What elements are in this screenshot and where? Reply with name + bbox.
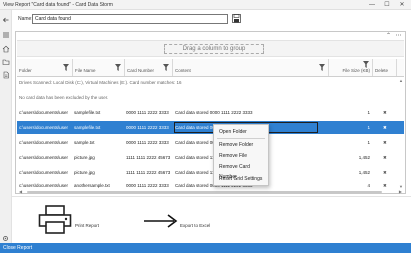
cell-file-name: samplefile.txt [74, 110, 101, 115]
column-header-label: Folder [19, 68, 32, 73]
menu-item-remove-file[interactable]: Remove File [214, 151, 268, 161]
column-header-label: Content [175, 68, 191, 73]
cell-card-number: 0000 1111 2222 3333 [126, 110, 169, 115]
filter-icon[interactable] [115, 64, 121, 71]
export-to-excel-button[interactable]: Export to Excel [180, 223, 210, 228]
save-icon[interactable] [232, 14, 241, 23]
delete-row-icon[interactable]: ✖ [383, 110, 387, 116]
report-name-input[interactable]: Card data found [32, 14, 228, 24]
filter-icon[interactable] [163, 64, 169, 71]
column-header-file-size[interactable]: File Size (KB) [329, 59, 373, 76]
export-arrow-icon[interactable] [143, 213, 179, 229]
title-bar: View Report "Card data found" - Card Dat… [0, 0, 411, 10]
cell-file-size: 1,452 [358, 170, 370, 175]
column-header-content[interactable]: Content [173, 59, 329, 76]
panel-menu-icon[interactable]: ⋯ [395, 33, 402, 40]
cell-file-name: picture.jpg [74, 170, 95, 175]
menu-item-reset-grid-settings[interactable]: Reset Grid Settings [214, 174, 268, 184]
cell-file-size: 1 [367, 125, 370, 130]
group-panel[interactable]: Drag a column to group [17, 40, 404, 57]
cell-file-size: 1,452 [358, 155, 370, 160]
minimize-button[interactable]: — [367, 1, 377, 9]
scroll-up-arrow-icon[interactable]: ▲ [399, 78, 403, 83]
excluded-text: No card data has been excluded by the us… [19, 95, 109, 100]
scan-summary-text: Drives Scanned: Local Disk (C:), Virtual… [19, 80, 182, 85]
cell-folder: c:\users\documents\user [19, 155, 69, 160]
cell-file-size: 4 [367, 183, 370, 188]
column-header-file-name[interactable]: File Name [73, 59, 125, 76]
scroll-left-arrow-icon[interactable]: ◀ [19, 189, 22, 194]
table-row-selected[interactable]: c:\users\documents\user samplefile.txt 0… [17, 121, 404, 134]
column-header-label: File Size (KB) [342, 68, 370, 73]
table-row[interactable]: c:\users\documents\user picture.jpg 1111… [17, 151, 404, 164]
printer-icon[interactable] [38, 205, 72, 235]
column-header-label: Card Number [127, 68, 155, 73]
delete-row-icon[interactable]: ✖ [383, 170, 387, 176]
cell-card-number: 0000 1111 2222 3333 [126, 125, 169, 130]
print-report-button[interactable]: Print Report [75, 223, 99, 228]
menu-item-remove-folder[interactable]: Remove Folder [214, 140, 268, 150]
home-icon[interactable] [2, 45, 10, 53]
settings-gear-icon[interactable] [2, 235, 9, 242]
results-grid: ⌃ ⋯ Drag a column to group Folder File N… [15, 31, 406, 194]
column-header-row: Folder File Name Card Number Content Fil… [17, 59, 404, 77]
delete-row-icon[interactable]: ✖ [383, 125, 387, 131]
scroll-right-arrow-icon[interactable]: ▶ [399, 189, 402, 194]
cell-card-number: 0000 1111 2222 3333 [126, 140, 169, 145]
collapse-group-panel-icon[interactable]: ⌃ [385, 33, 392, 40]
back-arrow-icon[interactable] [2, 16, 10, 24]
maximize-button[interactable]: ☐ [382, 1, 392, 9]
cell-file-size: 1 [367, 110, 370, 115]
cell-card-number: 1111 1111 2222 45673 [126, 170, 171, 175]
column-header-card-number[interactable]: Card Number [125, 59, 173, 76]
table-row[interactable]: c:\users\documents\user sample.txt 0000 … [17, 136, 404, 149]
cell-file-name: sample.txt [74, 140, 95, 145]
horizontal-scrollbar[interactable]: ◀ ▶ [17, 189, 404, 194]
filter-icon[interactable] [63, 64, 69, 71]
close-report-button[interactable]: Close Report [3, 245, 32, 251]
name-label: Name: [18, 16, 33, 22]
folder-icon[interactable] [2, 58, 10, 66]
filter-icon[interactable] [319, 64, 325, 71]
table-row[interactable]: c:\users\documents\user samplefile.txt 0… [17, 106, 404, 119]
cell-file-size: 1 [367, 140, 370, 145]
column-header-label: Delete [375, 68, 389, 73]
menu-separator [217, 138, 265, 139]
close-window-button[interactable]: ✕ [397, 1, 407, 9]
delete-row-icon[interactable]: ✖ [383, 140, 387, 146]
window-title: View Report "Card data found" - Card Dat… [3, 2, 113, 8]
column-header-delete[interactable]: Delete [373, 59, 397, 76]
column-header-folder[interactable]: Folder [17, 59, 73, 76]
group-drop-hint: Drag a column to group [164, 44, 264, 54]
left-nav-bar [0, 10, 12, 243]
status-bar: Close Report [0, 236, 411, 253]
cell-card-number: 0000 1111 2222 3333 [126, 183, 169, 188]
cell-folder: c:\users\documents\user [19, 110, 69, 115]
cell-folder: c:\users\documents\user [19, 125, 69, 130]
cell-content: Card data stored 0000 1111 2222 3333 [175, 110, 253, 115]
cell-folder: c:\users\documents\user [19, 183, 69, 188]
report-icon[interactable] [2, 71, 10, 79]
cell-file-name: anothersample.txt [74, 183, 110, 188]
cell-card-number: 1111 1111 2222 45673 [126, 155, 171, 160]
filter-icon[interactable] [363, 61, 369, 68]
table-row[interactable]: c:\users\documents\user picture.jpg 1111… [17, 166, 404, 179]
menu-item-open-folder[interactable]: Open Folder [214, 127, 268, 137]
column-header-label: File Name [75, 68, 96, 73]
menu-icon[interactable] [2, 31, 10, 39]
context-menu: Open Folder Remove Folder Remove File Re… [213, 124, 269, 186]
cell-folder: c:\users\documents\user [19, 170, 69, 175]
cell-file-name: samplefile.txt [74, 125, 101, 130]
scrollbar-thumb[interactable] [27, 191, 382, 193]
delete-row-icon[interactable]: ✖ [383, 183, 387, 189]
delete-row-icon[interactable]: ✖ [383, 155, 387, 161]
menu-item-remove-card-number[interactable]: Remove Card Number [214, 162, 268, 180]
cell-folder: c:\users\documents\user [19, 140, 69, 145]
cell-file-name: picture.jpg [74, 155, 95, 160]
